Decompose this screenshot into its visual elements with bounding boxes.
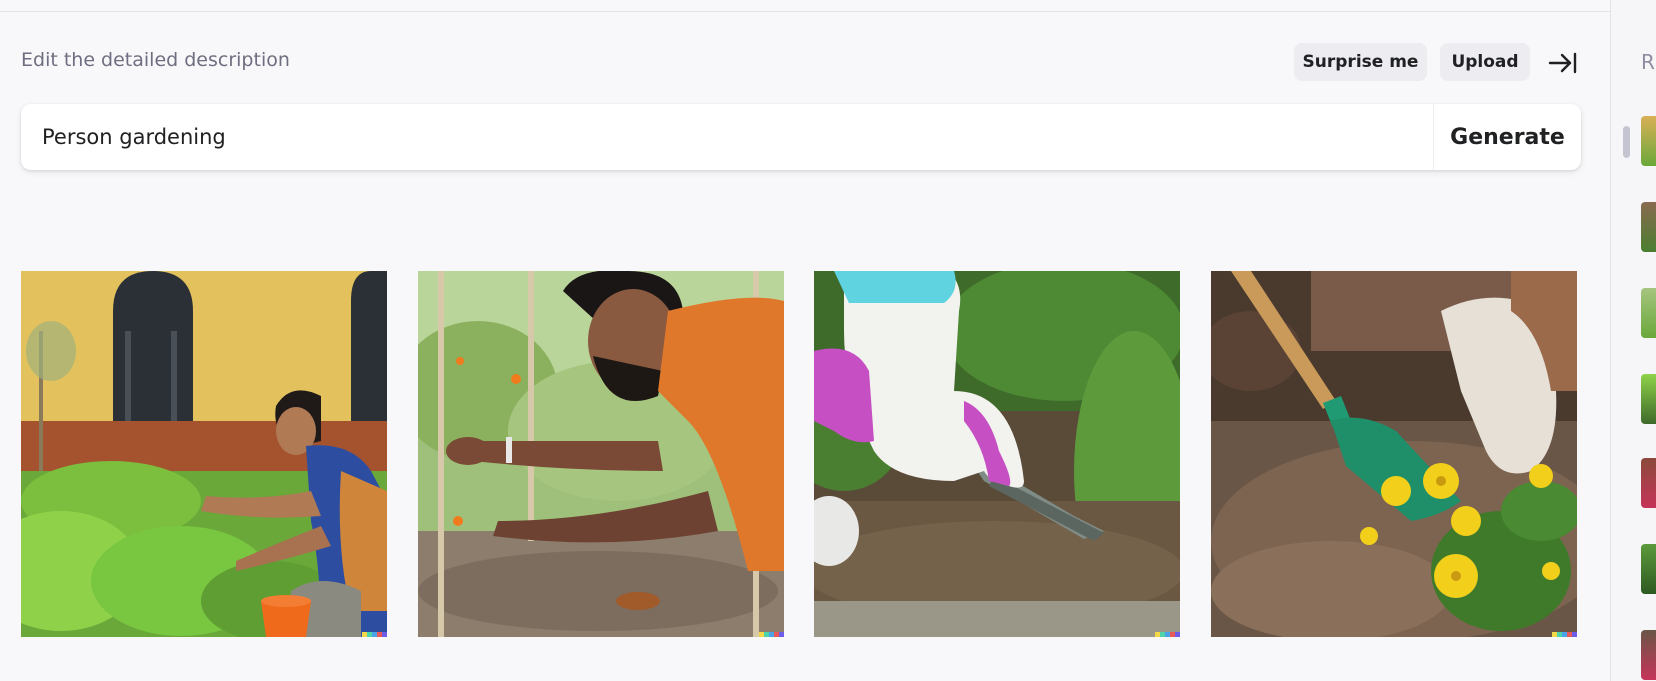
prompt-bar: Person gardening Generate: [21, 104, 1581, 170]
panel-heading: Edit the detailed description: [21, 49, 290, 71]
generate-button[interactable]: Generate: [1433, 104, 1581, 170]
history-thumbnail[interactable]: [1641, 458, 1656, 508]
planting-flowers-image: [1211, 271, 1577, 637]
man-gardening-image: [418, 271, 784, 637]
image-signature: [759, 632, 784, 637]
prompt-input[interactable]: Person gardening: [21, 104, 1433, 170]
image-signature: [1552, 632, 1577, 637]
sidebar-scrollbar[interactable]: [1623, 126, 1630, 158]
top-divider: [0, 0, 1610, 12]
collapse-right-icon: [1548, 52, 1577, 74]
result-image-3[interactable]: [814, 271, 1180, 637]
history-thumbnail[interactable]: [1641, 630, 1656, 680]
result-image-4[interactable]: [1211, 271, 1577, 637]
editor-panel: Edit the detailed description Surprise m…: [0, 0, 1610, 681]
history-thumbnail[interactable]: [1641, 288, 1656, 338]
image-signature: [362, 632, 387, 637]
gloved-hand-trowel-image: [814, 271, 1180, 637]
history-thumbnail[interactable]: [1641, 544, 1656, 594]
history-thumbnail[interactable]: [1641, 374, 1656, 424]
sidebar-heading: R: [1641, 50, 1655, 74]
history-thumbnail[interactable]: [1641, 116, 1656, 166]
image-signature: [1155, 632, 1180, 637]
surprise-me-button[interactable]: Surprise me: [1294, 43, 1427, 81]
result-image-1[interactable]: [21, 271, 387, 637]
history-sidebar: R: [1610, 0, 1656, 681]
history-thumbnail[interactable]: [1641, 202, 1656, 252]
upload-button[interactable]: Upload: [1440, 43, 1530, 81]
woman-gardening-image: [21, 271, 387, 637]
collapse-panel-button[interactable]: [1546, 46, 1580, 80]
result-image-2[interactable]: [418, 271, 784, 637]
